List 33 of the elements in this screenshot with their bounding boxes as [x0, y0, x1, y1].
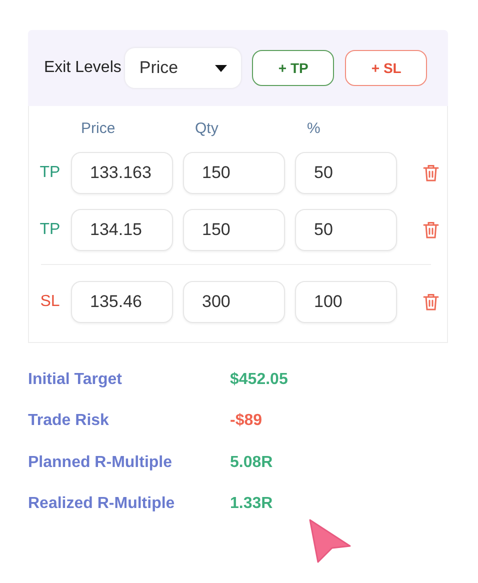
stat-label: Planned R-Multiple [28, 452, 173, 473]
price-input[interactable]: 135.46 [71, 280, 173, 322]
column-header: Qty [195, 120, 218, 137]
stat-value: -$89 [230, 411, 262, 432]
percent-input[interactable]: 50 [295, 152, 397, 194]
percent-input[interactable]: 100 [295, 280, 397, 322]
level-tag: TP [29, 160, 71, 184]
column-header: Price [81, 120, 116, 137]
field-label: Exit Levels [44, 58, 122, 78]
stat-value: 1.33R [230, 494, 273, 514]
dropdown-value: Price [139, 57, 178, 80]
add-tp-button[interactable]: + TP [252, 50, 334, 86]
price-input[interactable]: 133.163 [71, 152, 173, 194]
stat-label: Initial Target [28, 370, 123, 390]
column-header: % [307, 120, 320, 137]
stat-label: Realized R-Multiple [28, 494, 176, 514]
stat-label: Trade Risk [28, 411, 110, 432]
qty-input[interactable]: 150 [183, 208, 285, 250]
level-tag: TP [29, 218, 71, 242]
qty-input[interactable]: 150 [183, 152, 285, 194]
price-input[interactable]: 134.15 [71, 208, 173, 250]
caret-icon [215, 64, 228, 72]
trash-icon[interactable] [423, 164, 439, 182]
pointer-icon [308, 518, 352, 564]
percent-input[interactable]: 50 [295, 208, 397, 250]
trash-icon[interactable] [423, 220, 439, 238]
level-tag: SL [29, 290, 71, 314]
stat-value: 5.08R [230, 452, 273, 473]
price-dropdown[interactable]: Price [125, 48, 242, 88]
qty-input[interactable]: 300 [183, 280, 285, 322]
add-sl-button[interactable]: + SL [345, 50, 428, 86]
trash-icon[interactable] [423, 292, 439, 310]
stat-value: $452.05 [230, 370, 288, 390]
